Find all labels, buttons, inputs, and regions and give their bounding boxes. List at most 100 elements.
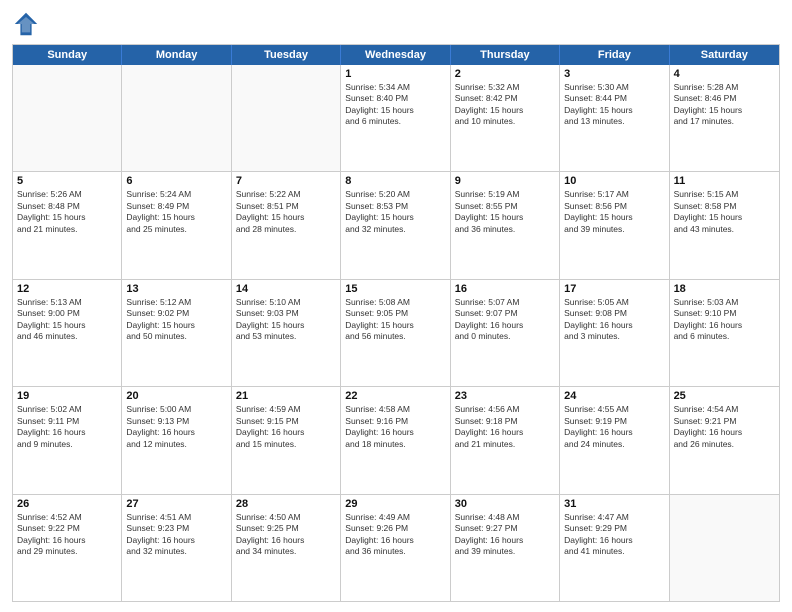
day-number: 15 <box>345 283 445 295</box>
day-number: 27 <box>126 498 226 510</box>
day-number: 7 <box>236 175 336 187</box>
day-info: Sunrise: 4:50 AM Sunset: 9:25 PM Dayligh… <box>236 512 336 558</box>
day-number: 25 <box>674 390 775 402</box>
day-cell-23: 23Sunrise: 4:56 AM Sunset: 9:18 PM Dayli… <box>451 387 560 493</box>
day-cell-20: 20 Sunrise: 5:00 AM Sunset: 9:13 PM Dayli… <box>122 387 231 493</box>
day-cell-25: 25 Sunrise: 4:54 AM Sunset: 9:21 PM Dayli… <box>670 387 779 493</box>
day-info: Sunrise: 4:56 AM Sunset: 9:18 PM Dayligh… <box>455 404 555 450</box>
day-cell-11: 11 Sunrise: 5:15 AM Sunset: 8:58 PM Dayli… <box>670 172 779 278</box>
day-info: Sunrise: 5:19 AM Sunset: 8:55 PM Dayligh… <box>455 189 555 235</box>
calendar-row-1: 5 Sunrise: 5:26 AM Sunset: 8:48 PM Daylig… <box>13 172 779 279</box>
day-cell-31: 31Sunrise: 4:47 AM Sunset: 9:29 PM Dayli… <box>560 495 669 601</box>
day-cell-17: 17 Sunrise: 5:05 AM Sunset: 9:08 PM Dayli… <box>560 280 669 386</box>
empty-cell <box>13 65 122 171</box>
day-cell-3: 3Sunrise: 5:30 AM Sunset: 8:44 PM Daylig… <box>560 65 669 171</box>
weekday-header-friday: Friday <box>560 45 669 65</box>
empty-cell <box>670 495 779 601</box>
day-cell-26: 26 Sunrise: 4:52 AM Sunset: 9:22 PM Dayli… <box>13 495 122 601</box>
day-number: 14 <box>236 283 336 295</box>
day-info: Sunrise: 5:12 AM Sunset: 9:02 PM Dayligh… <box>126 297 226 343</box>
day-info: Sunrise: 4:58 AM Sunset: 9:16 PM Dayligh… <box>345 404 445 450</box>
day-cell-6: 6Sunrise: 5:24 AM Sunset: 8:49 PM Daylig… <box>122 172 231 278</box>
day-info: Sunrise: 5:22 AM Sunset: 8:51 PM Dayligh… <box>236 189 336 235</box>
calendar-row-2: 12 Sunrise: 5:13 AM Sunset: 9:00 PM Dayli… <box>13 280 779 387</box>
day-number: 5 <box>17 175 117 187</box>
day-cell-18: 18 Sunrise: 5:03 AM Sunset: 9:10 PM Dayli… <box>670 280 779 386</box>
weekday-header-saturday: Saturday <box>670 45 779 65</box>
day-info: Sunrise: 5:34 AM Sunset: 8:40 PM Dayligh… <box>345 82 445 128</box>
weekday-header-thursday: Thursday <box>451 45 560 65</box>
day-cell-29: 29Sunrise: 4:49 AM Sunset: 9:26 PM Dayli… <box>341 495 450 601</box>
day-number: 30 <box>455 498 555 510</box>
day-number: 20 <box>126 390 226 402</box>
day-info: Sunrise: 4:55 AM Sunset: 9:19 PM Dayligh… <box>564 404 664 450</box>
day-info: Sunrise: 5:28 AM Sunset: 8:46 PM Dayligh… <box>674 82 775 128</box>
day-cell-30: 30Sunrise: 4:48 AM Sunset: 9:27 PM Dayli… <box>451 495 560 601</box>
day-info: Sunrise: 5:03 AM Sunset: 9:10 PM Dayligh… <box>674 297 775 343</box>
day-cell-19: 19 Sunrise: 5:02 AM Sunset: 9:11 PM Dayli… <box>13 387 122 493</box>
day-number: 21 <box>236 390 336 402</box>
day-number: 11 <box>674 175 775 187</box>
day-cell-5: 5 Sunrise: 5:26 AM Sunset: 8:48 PM Daylig… <box>13 172 122 278</box>
empty-cell <box>122 65 231 171</box>
day-info: Sunrise: 5:02 AM Sunset: 9:11 PM Dayligh… <box>17 404 117 450</box>
day-info: Sunrise: 5:26 AM Sunset: 8:48 PM Dayligh… <box>17 189 117 235</box>
day-cell-12: 12 Sunrise: 5:13 AM Sunset: 9:00 PM Dayli… <box>13 280 122 386</box>
day-info: Sunrise: 5:17 AM Sunset: 8:56 PM Dayligh… <box>564 189 664 235</box>
day-number: 10 <box>564 175 664 187</box>
day-cell-2: 2Sunrise: 5:32 AM Sunset: 8:42 PM Daylig… <box>451 65 560 171</box>
day-cell-13: 13 Sunrise: 5:12 AM Sunset: 9:02 PM Dayli… <box>122 280 231 386</box>
calendar-row-3: 19 Sunrise: 5:02 AM Sunset: 9:11 PM Dayli… <box>13 387 779 494</box>
day-number: 24 <box>564 390 664 402</box>
day-cell-27: 27 Sunrise: 4:51 AM Sunset: 9:23 PM Dayli… <box>122 495 231 601</box>
calendar-row-4: 26 Sunrise: 4:52 AM Sunset: 9:22 PM Dayli… <box>13 495 779 601</box>
weekday-header-sunday: Sunday <box>13 45 122 65</box>
day-cell-9: 9 Sunrise: 5:19 AM Sunset: 8:55 PM Daylig… <box>451 172 560 278</box>
day-number: 18 <box>674 283 775 295</box>
day-info: Sunrise: 5:07 AM Sunset: 9:07 PM Dayligh… <box>455 297 555 343</box>
day-number: 17 <box>564 283 664 295</box>
day-number: 12 <box>17 283 117 295</box>
day-number: 28 <box>236 498 336 510</box>
day-cell-21: 21 Sunrise: 4:59 AM Sunset: 9:15 PM Dayli… <box>232 387 341 493</box>
day-number: 31 <box>564 498 664 510</box>
day-info: Sunrise: 5:30 AM Sunset: 8:44 PM Dayligh… <box>564 82 664 128</box>
day-number: 6 <box>126 175 226 187</box>
day-number: 4 <box>674 68 775 80</box>
day-cell-4: 4 Sunrise: 5:28 AM Sunset: 8:46 PM Daylig… <box>670 65 779 171</box>
day-number: 29 <box>345 498 445 510</box>
day-info: Sunrise: 5:08 AM Sunset: 9:05 PM Dayligh… <box>345 297 445 343</box>
day-number: 26 <box>17 498 117 510</box>
day-cell-28: 28 Sunrise: 4:50 AM Sunset: 9:25 PM Dayli… <box>232 495 341 601</box>
day-cell-1: 1 Sunrise: 5:34 AM Sunset: 8:40 PM Daylig… <box>341 65 450 171</box>
weekday-header-wednesday: Wednesday <box>341 45 450 65</box>
day-number: 19 <box>17 390 117 402</box>
day-info: Sunrise: 5:00 AM Sunset: 9:13 PM Dayligh… <box>126 404 226 450</box>
day-info: Sunrise: 5:15 AM Sunset: 8:58 PM Dayligh… <box>674 189 775 235</box>
day-cell-16: 16Sunrise: 5:07 AM Sunset: 9:07 PM Dayli… <box>451 280 560 386</box>
day-cell-8: 8Sunrise: 5:20 AM Sunset: 8:53 PM Daylig… <box>341 172 450 278</box>
day-number: 22 <box>345 390 445 402</box>
day-info: Sunrise: 4:52 AM Sunset: 9:22 PM Dayligh… <box>17 512 117 558</box>
day-info: Sunrise: 5:05 AM Sunset: 9:08 PM Dayligh… <box>564 297 664 343</box>
day-cell-7: 7 Sunrise: 5:22 AM Sunset: 8:51 PM Daylig… <box>232 172 341 278</box>
page: SundayMondayTuesdayWednesdayThursdayFrid… <box>0 0 792 612</box>
day-info: Sunrise: 4:59 AM Sunset: 9:15 PM Dayligh… <box>236 404 336 450</box>
day-cell-14: 14Sunrise: 5:10 AM Sunset: 9:03 PM Dayli… <box>232 280 341 386</box>
day-number: 2 <box>455 68 555 80</box>
day-number: 1 <box>345 68 445 80</box>
header <box>12 10 780 38</box>
calendar-header: SundayMondayTuesdayWednesdayThursdayFrid… <box>13 45 779 65</box>
day-number: 8 <box>345 175 445 187</box>
day-info: Sunrise: 5:13 AM Sunset: 9:00 PM Dayligh… <box>17 297 117 343</box>
calendar: SundayMondayTuesdayWednesdayThursdayFrid… <box>12 44 780 602</box>
day-number: 9 <box>455 175 555 187</box>
day-info: Sunrise: 4:51 AM Sunset: 9:23 PM Dayligh… <box>126 512 226 558</box>
day-cell-15: 15 Sunrise: 5:08 AM Sunset: 9:05 PM Dayli… <box>341 280 450 386</box>
empty-cell <box>232 65 341 171</box>
weekday-header-tuesday: Tuesday <box>232 45 341 65</box>
day-cell-22: 22 Sunrise: 4:58 AM Sunset: 9:16 PM Dayli… <box>341 387 450 493</box>
day-info: Sunrise: 4:54 AM Sunset: 9:21 PM Dayligh… <box>674 404 775 450</box>
calendar-body: 1 Sunrise: 5:34 AM Sunset: 8:40 PM Daylig… <box>13 65 779 601</box>
day-number: 13 <box>126 283 226 295</box>
